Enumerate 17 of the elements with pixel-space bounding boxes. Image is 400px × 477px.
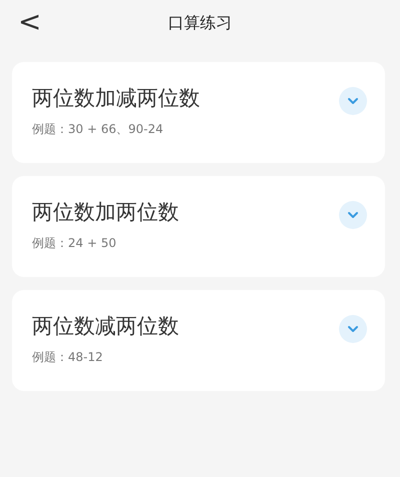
exercise-card[interactable]: 两位数减两位数 例题：48-12 xyxy=(12,290,385,391)
back-button[interactable]: < xyxy=(14,6,46,38)
expand-button[interactable] xyxy=(339,200,367,228)
example-text: 例题：24 + 50 xyxy=(32,234,118,252)
expand-button[interactable] xyxy=(339,86,367,114)
exercise-title: 两位数加减两位数 xyxy=(32,84,200,112)
chevron-down-icon xyxy=(347,96,359,104)
exercise-card[interactable]: 两位数加两位数 例题：24 + 50 xyxy=(12,176,385,277)
exercise-title: 两位数减两位数 xyxy=(32,312,179,340)
example-text: 例题：48-12 xyxy=(32,348,104,366)
expand-button[interactable] xyxy=(339,314,367,342)
chevron-down-icon xyxy=(347,210,359,218)
exercise-card[interactable]: 两位数加减两位数 例题：30 + 66、90-24 xyxy=(12,62,385,163)
chevron-down-icon xyxy=(347,324,359,332)
exercise-title: 两位数加两位数 xyxy=(32,198,179,226)
page-title: 口算练习 xyxy=(168,12,232,34)
example-text: 例题：30 + 66、90-24 xyxy=(32,120,164,138)
